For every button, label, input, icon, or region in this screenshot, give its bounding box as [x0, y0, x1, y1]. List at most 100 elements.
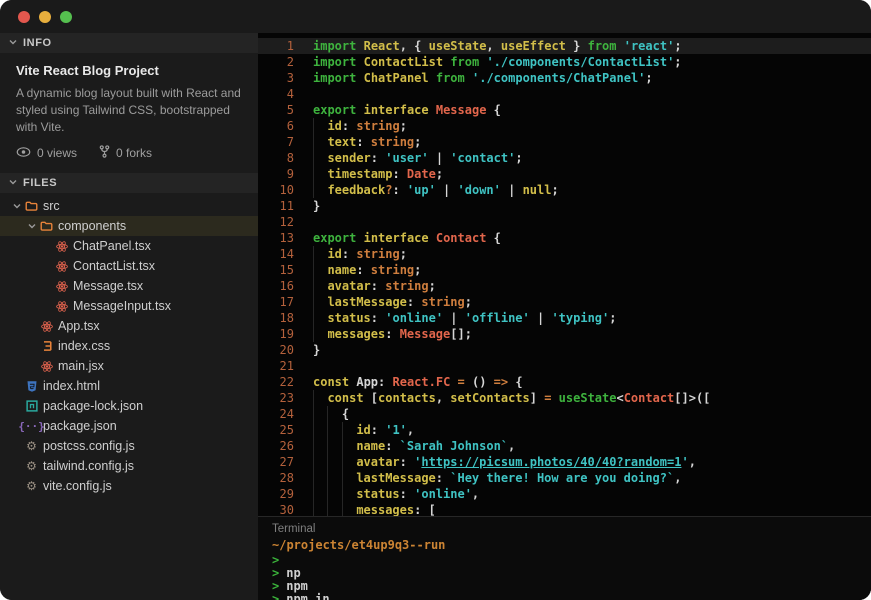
maximize-window-button[interactable] [60, 11, 72, 23]
tree-item-message-tsx[interactable]: Message.tsx [0, 276, 258, 296]
files-section-header[interactable]: FILES [0, 173, 258, 193]
code-text: } [313, 198, 320, 214]
code-line[interactable]: 16 avatar: string; [258, 278, 871, 294]
code-text: export interface Contact { [313, 230, 501, 246]
code-text: id: string; [313, 118, 407, 134]
project-info: Vite React Blog Project A dynamic blog l… [0, 53, 258, 173]
prompt-chevron: > [272, 566, 279, 580]
tree-item-main-jsx[interactable]: main.jsx [0, 356, 258, 376]
code-text: import React, { useState, useEffect } fr… [313, 38, 682, 54]
code-line[interactable]: 22const App: React.FC = () => { [258, 374, 871, 390]
prompt-chevron: > [272, 592, 279, 600]
code-editor[interactable]: 1 import React, { useState, useEffect } f… [258, 33, 871, 516]
sidebar: INFO Vite React Blog Project A dynamic b… [0, 33, 258, 600]
tree-item-src[interactable]: src [0, 196, 258, 216]
code-text: messages: Message[]; [313, 326, 472, 342]
info-section-header[interactable]: INFO [0, 33, 258, 53]
terminal-prompt-line[interactable]: >np [272, 567, 871, 580]
code-line[interactable]: 10 feedback?: 'up' | 'down' | null; [258, 182, 871, 198]
tree-item-label: index.html [43, 379, 100, 393]
code-line[interactable]: 18 status: 'online' | 'offline' | 'typin… [258, 310, 871, 326]
line-number: 17 [258, 294, 294, 310]
tree-item-app-tsx[interactable]: App.tsx [0, 316, 258, 336]
views-count: 0 views [37, 146, 77, 160]
code-line[interactable]: 30 messages: [ [258, 502, 871, 516]
code-line[interactable]: 13 export interface Contact { [258, 230, 871, 246]
tree-item-label: index.css [58, 339, 110, 353]
html-icon [24, 380, 39, 393]
code-line[interactable]: 21 [258, 358, 871, 374]
tree-item-tailwind-config-js[interactable]: ⚙tailwind.config.js [0, 456, 258, 476]
code-text: status: 'online', [313, 486, 479, 502]
code-line[interactable]: 3import ChatPanel from './components/Cha… [258, 70, 871, 86]
terminal-prompt-line[interactable]: >npm in [272, 593, 871, 600]
gear-icon: ⚙ [24, 460, 39, 472]
code-text: id: string; [313, 246, 407, 262]
code-line[interactable]: 5export interface Message { [258, 102, 871, 118]
tree-item-label: src [43, 199, 60, 213]
minimize-window-button[interactable] [39, 11, 51, 23]
code-text: const [contacts, setContacts] = useState… [313, 390, 710, 406]
code-text: status: 'online' | 'offline' | 'typing'; [313, 310, 616, 326]
code-line[interactable]: 29 status: 'online', [258, 486, 871, 502]
tree-item-label: components [58, 219, 126, 233]
terminal-prompt-line[interactable]: > [272, 554, 871, 567]
code-line[interactable]: 4 [258, 86, 871, 102]
braces-icon: {··} [24, 420, 39, 433]
tree-item-package-json[interactable]: {··}package.json [0, 416, 258, 436]
terminal-prompt-line[interactable]: >npm [272, 580, 871, 593]
tree-item-index-css[interactable]: index.css [0, 336, 258, 356]
line-number: 28 [258, 470, 294, 486]
code-line[interactable]: 25 id: '1', [258, 422, 871, 438]
tree-item-contactlist-tsx[interactable]: ContactList.tsx [0, 256, 258, 276]
close-window-button[interactable] [18, 11, 30, 23]
line-number: 4 [258, 86, 294, 102]
react-icon [54, 300, 69, 313]
tree-item-vite-config-js[interactable]: ⚙vite.config.js [0, 476, 258, 496]
code-line[interactable]: 27 avatar: 'https://picsum.photos/40/40?… [258, 454, 871, 470]
code-line[interactable]: 7 text: string; [258, 134, 871, 150]
info-section-label: INFO [23, 37, 52, 49]
tree-item-messageinput-tsx[interactable]: MessageInput.tsx [0, 296, 258, 316]
code-line[interactable]: 6 id: string; [258, 118, 871, 134]
tree-item-chatpanel-tsx[interactable]: ChatPanel.tsx [0, 236, 258, 256]
tree-item-package-lock-json[interactable]: package-lock.json [0, 396, 258, 416]
react-icon [54, 280, 69, 293]
chevron-down-icon [8, 174, 18, 192]
code-line[interactable]: 9 timestamp: Date; [258, 166, 871, 182]
code-line[interactable]: 2import ContactList from './components/C… [258, 54, 871, 70]
forks-stat: 0 forks [99, 145, 152, 161]
code-text: name: `Sarah Johnson`, [313, 438, 515, 454]
terminal-panel[interactable]: Terminal ~/projects/et4up9q3--run >>np>n… [258, 516, 871, 600]
prompt-chevron: > [272, 579, 279, 593]
react-icon [39, 320, 54, 333]
chevron-down-icon [9, 201, 24, 211]
code-line[interactable]: 15 name: string; [258, 262, 871, 278]
css-icon [39, 340, 54, 352]
code-text: avatar: string; [313, 278, 436, 294]
code-line[interactable]: 12 [258, 214, 871, 230]
tree-item-components[interactable]: components [0, 216, 258, 236]
line-number: 11 [258, 198, 294, 214]
code-line[interactable]: 14 id: string; [258, 246, 871, 262]
tree-item-index-html[interactable]: index.html [0, 376, 258, 396]
line-number: 1 [258, 38, 294, 54]
code-line[interactable]: 20} [258, 342, 871, 358]
files-section-label: FILES [23, 177, 57, 189]
line-number: 14 [258, 246, 294, 262]
code-line[interactable]: 8 sender: 'user' | 'contact'; [258, 150, 871, 166]
code-line[interactable]: 11} [258, 198, 871, 214]
react-icon [39, 360, 54, 373]
line-number: 13 [258, 230, 294, 246]
tree-item-postcss-config-js[interactable]: ⚙postcss.config.js [0, 436, 258, 456]
code-line[interactable]: 24 { [258, 406, 871, 422]
line-number: 6 [258, 118, 294, 134]
code-line[interactable]: 26 name: `Sarah Johnson`, [258, 438, 871, 454]
code-line[interactable]: 1 import React, { useState, useEffect } f… [258, 38, 871, 54]
code-line[interactable]: 28 lastMessage: `Hey there! How are you … [258, 470, 871, 486]
views-stat: 0 views [16, 146, 77, 161]
code-text: timestamp: Date; [313, 166, 443, 182]
code-line[interactable]: 23 const [contacts, setContacts] = useSt… [258, 390, 871, 406]
code-line[interactable]: 17 lastMessage: string; [258, 294, 871, 310]
code-line[interactable]: 19 messages: Message[]; [258, 326, 871, 342]
